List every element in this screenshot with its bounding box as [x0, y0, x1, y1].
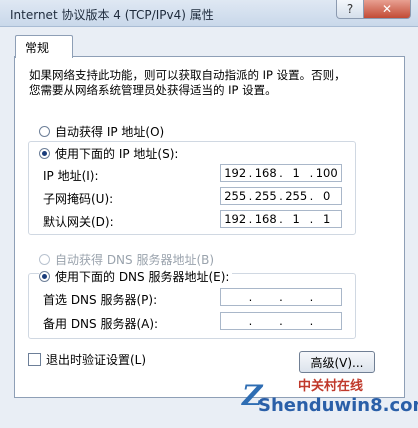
gateway-input[interactable]: 192. 168. 1. 1	[220, 210, 342, 228]
validate-on-exit[interactable]: 退出时验证设置(L)	[28, 351, 146, 368]
window-title: Internet 协议版本 4 (TCP/IPv4) 属性	[10, 8, 214, 22]
dns-manual-option[interactable]: 使用下面的 DNS 服务器地址(E):	[39, 268, 233, 285]
gateway-label: 默认网关(D):	[43, 215, 114, 229]
preferred-dns-label: 首选 DNS 服务器(P):	[43, 293, 158, 307]
ip-manual-label: 使用下面的 IP 地址(S):	[55, 147, 179, 161]
validate-on-exit-checkbox[interactable]	[28, 353, 41, 366]
subnet-mask-octet-1: 255	[224, 189, 247, 203]
general-panel: 如果网络支持此功能，则可以获取自动指派的 IP 设置。否则， 您需要从网络系统管…	[14, 56, 405, 398]
ip-manual-radio[interactable]	[39, 148, 50, 159]
alternate-dns-input[interactable]: . . .	[220, 312, 342, 330]
gateway-octet-4: 1	[323, 212, 331, 226]
advanced-button[interactable]: 高级(V)...	[299, 351, 375, 373]
title-bar: Internet 协议版本 4 (TCP/IPv4) 属性 ? ✕	[0, 0, 418, 27]
dns-auto-option[interactable]: 自动获得 DNS 服务器地址(B)	[39, 251, 214, 268]
tab-general-label: 常规	[25, 41, 50, 55]
close-icon: ✕	[381, 2, 393, 16]
subnet-mask-octet-3: 255	[285, 189, 308, 203]
dns-auto-radio[interactable]	[39, 254, 50, 265]
tab-general[interactable]: 常规	[15, 35, 73, 58]
ip-auto-label: 自动获得 IP 地址(O)	[55, 125, 165, 139]
close-button[interactable]: ✕	[363, 0, 411, 19]
ip-address-octet-1: 192	[224, 166, 247, 180]
dns-manual-label: 使用下面的 DNS 服务器地址(E):	[55, 270, 230, 284]
description-line-2: 您需要从网络系统管理员处获得适当的 IP 设置。	[29, 83, 277, 97]
ip-manual-option[interactable]: 使用下面的 IP 地址(S):	[39, 145, 182, 162]
subnet-mask-octet-4: 0	[323, 189, 331, 203]
ip-auto-radio[interactable]	[39, 126, 50, 137]
watermark-en: Shenduwin8.com	[258, 395, 418, 416]
dns-auto-label: 自动获得 DNS 服务器地址(B)	[55, 253, 215, 267]
description: 如果网络支持此功能，则可以获取自动指派的 IP 设置。否则， 您需要从网络系统管…	[29, 68, 346, 98]
subnet-mask-label: 子网掩码(U):	[43, 192, 114, 206]
gateway-octet-1: 192	[224, 212, 247, 226]
subnet-mask-input[interactable]: 255. 255. 255. 0	[220, 187, 342, 205]
gateway-octet-3: 1	[292, 212, 300, 226]
watermark-cn: 中关村在线	[298, 379, 364, 394]
ip-address-octet-2: 168	[254, 166, 277, 180]
watermark: Z 中关村在线 Shenduwin8.com	[238, 375, 418, 423]
subnet-mask-octet-2: 255	[254, 189, 277, 203]
ip-address-octet-4: 100	[315, 166, 338, 180]
dns-manual-radio[interactable]	[39, 271, 50, 282]
description-line-1: 如果网络支持此功能，则可以获取自动指派的 IP 设置。否则，	[29, 68, 346, 82]
ip-address-label: IP 地址(I):	[43, 169, 99, 183]
ip-address-input[interactable]: 192. 168. 1. 100	[220, 164, 342, 182]
gateway-octet-2: 168	[254, 212, 277, 226]
ip-address-octet-3: 1	[292, 166, 300, 180]
help-icon: ?	[346, 2, 354, 16]
help-button[interactable]: ?	[336, 0, 364, 19]
alternate-dns-label: 备用 DNS 服务器(A):	[43, 317, 159, 331]
ip-auto-option[interactable]: 自动获得 IP 地址(O)	[39, 123, 164, 140]
validate-on-exit-label: 退出时验证设置(L)	[46, 353, 147, 367]
preferred-dns-input[interactable]: . . .	[220, 288, 342, 306]
